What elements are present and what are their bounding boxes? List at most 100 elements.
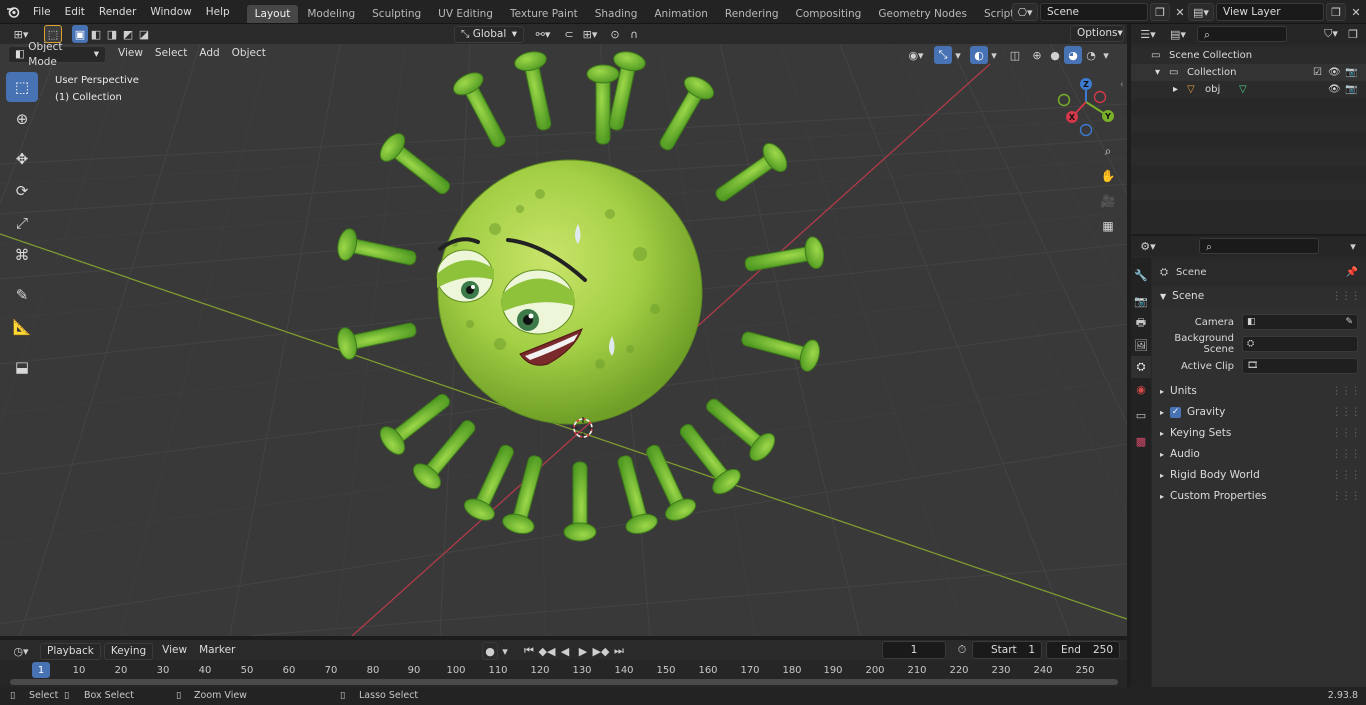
timeline-menu-keying[interactable]: Keying [103,642,154,660]
timeline-scrollbar[interactable] [10,679,1118,685]
jump-start-icon[interactable]: ⏮ [520,642,538,660]
properties-search-input[interactable]: ⌕ [1199,238,1319,254]
solid-shading-icon[interactable]: ● [1046,46,1064,64]
sidebar-toggle-icon[interactable]: ‹ [1120,80,1124,90]
visibility-icon[interactable]: ◉▾ [902,46,930,64]
select-intersect-icon[interactable]: ◪ [136,25,152,43]
remove-view-layer-icon[interactable]: ✕ [1346,3,1366,21]
timeline-menu-playback[interactable]: Playback [40,642,101,660]
new-scene-icon[interactable]: ❐ [1150,3,1170,21]
menu-file[interactable]: File [26,0,58,24]
tool-tab-icon[interactable]: 🔧 [1131,264,1151,286]
jump-end-icon[interactable]: ⏭ [610,642,628,660]
tab-animation[interactable]: Animation [646,5,716,23]
collection-camera-icon[interactable]: 📷 [1345,64,1357,81]
gravity-checkbox[interactable]: ✓ [1170,407,1182,418]
scene-browse-icon[interactable]: ⎔▾ [1012,3,1038,21]
xray-icon[interactable]: ◫ [1006,46,1024,64]
rotate-tool-icon[interactable]: ⟳ [6,176,38,206]
shading-dropdown-icon[interactable]: ▾ [1100,46,1112,64]
orientation-dropdown[interactable]: ⤡ Global ▾ [454,25,524,43]
wireframe-shading-icon[interactable]: ⊕ [1028,46,1046,64]
new-view-layer-icon[interactable]: ❐ [1326,3,1346,21]
drag-handle-icon[interactable]: ⋮⋮⋮ [1332,465,1361,486]
scene-name-field[interactable]: Scene [1040,3,1148,21]
falloff-icon[interactable]: ∩ [624,25,644,43]
collection-tab-icon[interactable]: ▭ [1131,404,1151,426]
viewport-menu-add[interactable]: Add [193,46,225,63]
subpanel-units[interactable]: ▸ Units ⋮⋮⋮ [1152,381,1366,402]
select-box-tool-icon[interactable]: ⬚ [6,72,38,102]
gizmo-dropdown-icon[interactable]: ▾ [952,46,964,64]
record-icon[interactable]: ● [482,642,498,660]
proportional-edit-icon[interactable]: ⊙ [606,25,624,43]
prop-field-camera[interactable]: ◧ ✎ [1242,314,1358,330]
outliner-row-collection[interactable]: ▾ ▭ Collection ☑ 👁 📷 [1131,64,1366,81]
camera-view-icon[interactable]: 🎥 [1097,190,1119,212]
snap-icon[interactable]: ⊂ [560,25,578,43]
tab-geometry-nodes[interactable]: Geometry Nodes [870,5,975,23]
viewport-menu-select[interactable]: Select [149,46,193,63]
pan-hand-icon[interactable]: ✋ [1097,165,1119,187]
scene-tab-icon[interactable]: ⛭ [1131,356,1151,378]
expand-arrow-icon[interactable]: ▸ [1173,81,1178,98]
rendered-shading-icon[interactable]: ◔ [1082,46,1100,64]
timeline-menu-view[interactable]: View [156,643,193,660]
gizmo-toggle-icon[interactable]: ⤡ [934,46,952,64]
filter-icon[interactable]: ⛉▾ [1318,25,1344,43]
tab-layout[interactable]: Layout [246,5,299,23]
move-tool-icon[interactable]: ✥ [6,144,38,174]
timeline-ruler[interactable]: 1 10 20 30 40 50 60 70 80 90 100 110 120 130 140 150 160… [0,660,1127,687]
transform-tool-icon[interactable]: ⌘ [6,240,38,270]
output-tab-icon[interactable]: 🖶 [1131,312,1151,334]
material-shading-icon[interactable]: ◕ [1064,46,1082,64]
tab-compositing[interactable]: Compositing [788,5,870,23]
record-dropdown-icon[interactable]: ▾ [498,642,512,660]
overlay-dropdown-icon[interactable]: ▾ [988,46,1000,64]
drag-handle-icon[interactable]: ⋮⋮⋮ [1332,444,1361,465]
tab-shading[interactable]: Shading [587,5,646,23]
measure-tool-icon[interactable]: 📐 [6,312,38,342]
collection-checkbox-icon[interactable]: ☑ [1313,64,1322,81]
scale-tool-icon[interactable]: ⤢ [6,208,38,238]
options-dropdown[interactable]: Options ▾ [1070,25,1124,42]
prev-keyframe-icon[interactable]: ◆◀ [538,642,556,660]
properties-options-icon[interactable]: ▾ [1344,237,1362,255]
view-layer-field[interactable]: View Layer [1216,3,1324,21]
play-reverse-icon[interactable]: ◀ [556,642,574,660]
render-tab-icon[interactable]: 📷 [1131,290,1151,312]
subpanel-gravity[interactable]: ▸ ✓ Gravity ⋮⋮⋮ [1152,402,1366,423]
world-tab-icon[interactable]: ◉ [1131,378,1151,400]
navigation-gizmo[interactable]: Z Y X [1055,74,1119,138]
new-collection-icon[interactable]: ❐ [1344,25,1362,43]
view-layer-browse-icon[interactable]: ▤▾ [1188,3,1214,21]
timeline-menu-marker[interactable]: Marker [193,643,241,660]
timeline-editor-icon[interactable]: ◷▾ [6,642,36,660]
stopwatch-icon[interactable]: ⏱ [952,641,972,659]
menu-edit[interactable]: Edit [58,0,92,24]
expand-arrow-icon[interactable]: ▾ [1155,64,1160,81]
drag-handle-icon[interactable]: ⋮⋮⋮ [1332,381,1361,402]
tab-modeling[interactable]: Modeling [299,5,363,23]
subpanel-rigid-body-world[interactable]: ▸ Rigid Body World ⋮⋮⋮ [1152,465,1366,486]
pivot-icon[interactable]: ⚯▾ [530,25,556,43]
mesh-data-icon[interactable]: ▽ [1239,81,1247,98]
remove-scene-icon[interactable]: ✕ [1170,3,1190,21]
outliner-editor-icon[interactable]: ☰▾ [1135,25,1161,43]
menu-window[interactable]: Window [143,0,198,24]
subpanel-audio[interactable]: ▸ Audio ⋮⋮⋮ [1152,444,1366,465]
view-layer-tab-icon[interactable]: 🖼 [1131,334,1151,356]
drag-handle-icon[interactable]: ⋮⋮⋮ [1332,286,1361,307]
outliner-row-obj[interactable]: ▸ ▽ obj ▽ 👁 📷 [1131,81,1366,98]
play-icon[interactable]: ▶ [574,642,592,660]
tab-texture-paint[interactable]: Texture Paint [502,5,586,23]
object-mode-dropdown[interactable]: ◧ Object Mode ▾ [8,41,106,68]
ortho-grid-icon[interactable]: ▦ [1097,215,1119,237]
prop-field-active-clip[interactable]: 🎞 [1242,358,1358,374]
overlay-toggle-icon[interactable]: ◐ [970,46,988,64]
snap-target-icon[interactable]: ⊞▾ [578,25,602,43]
texture-tab-icon[interactable]: ▩ [1131,430,1151,452]
obj-eye-icon[interactable]: 👁 [1328,81,1341,98]
outliner-search-input[interactable]: ⌕ [1197,26,1287,42]
annotate-tool-icon[interactable]: ✎ [6,280,38,310]
